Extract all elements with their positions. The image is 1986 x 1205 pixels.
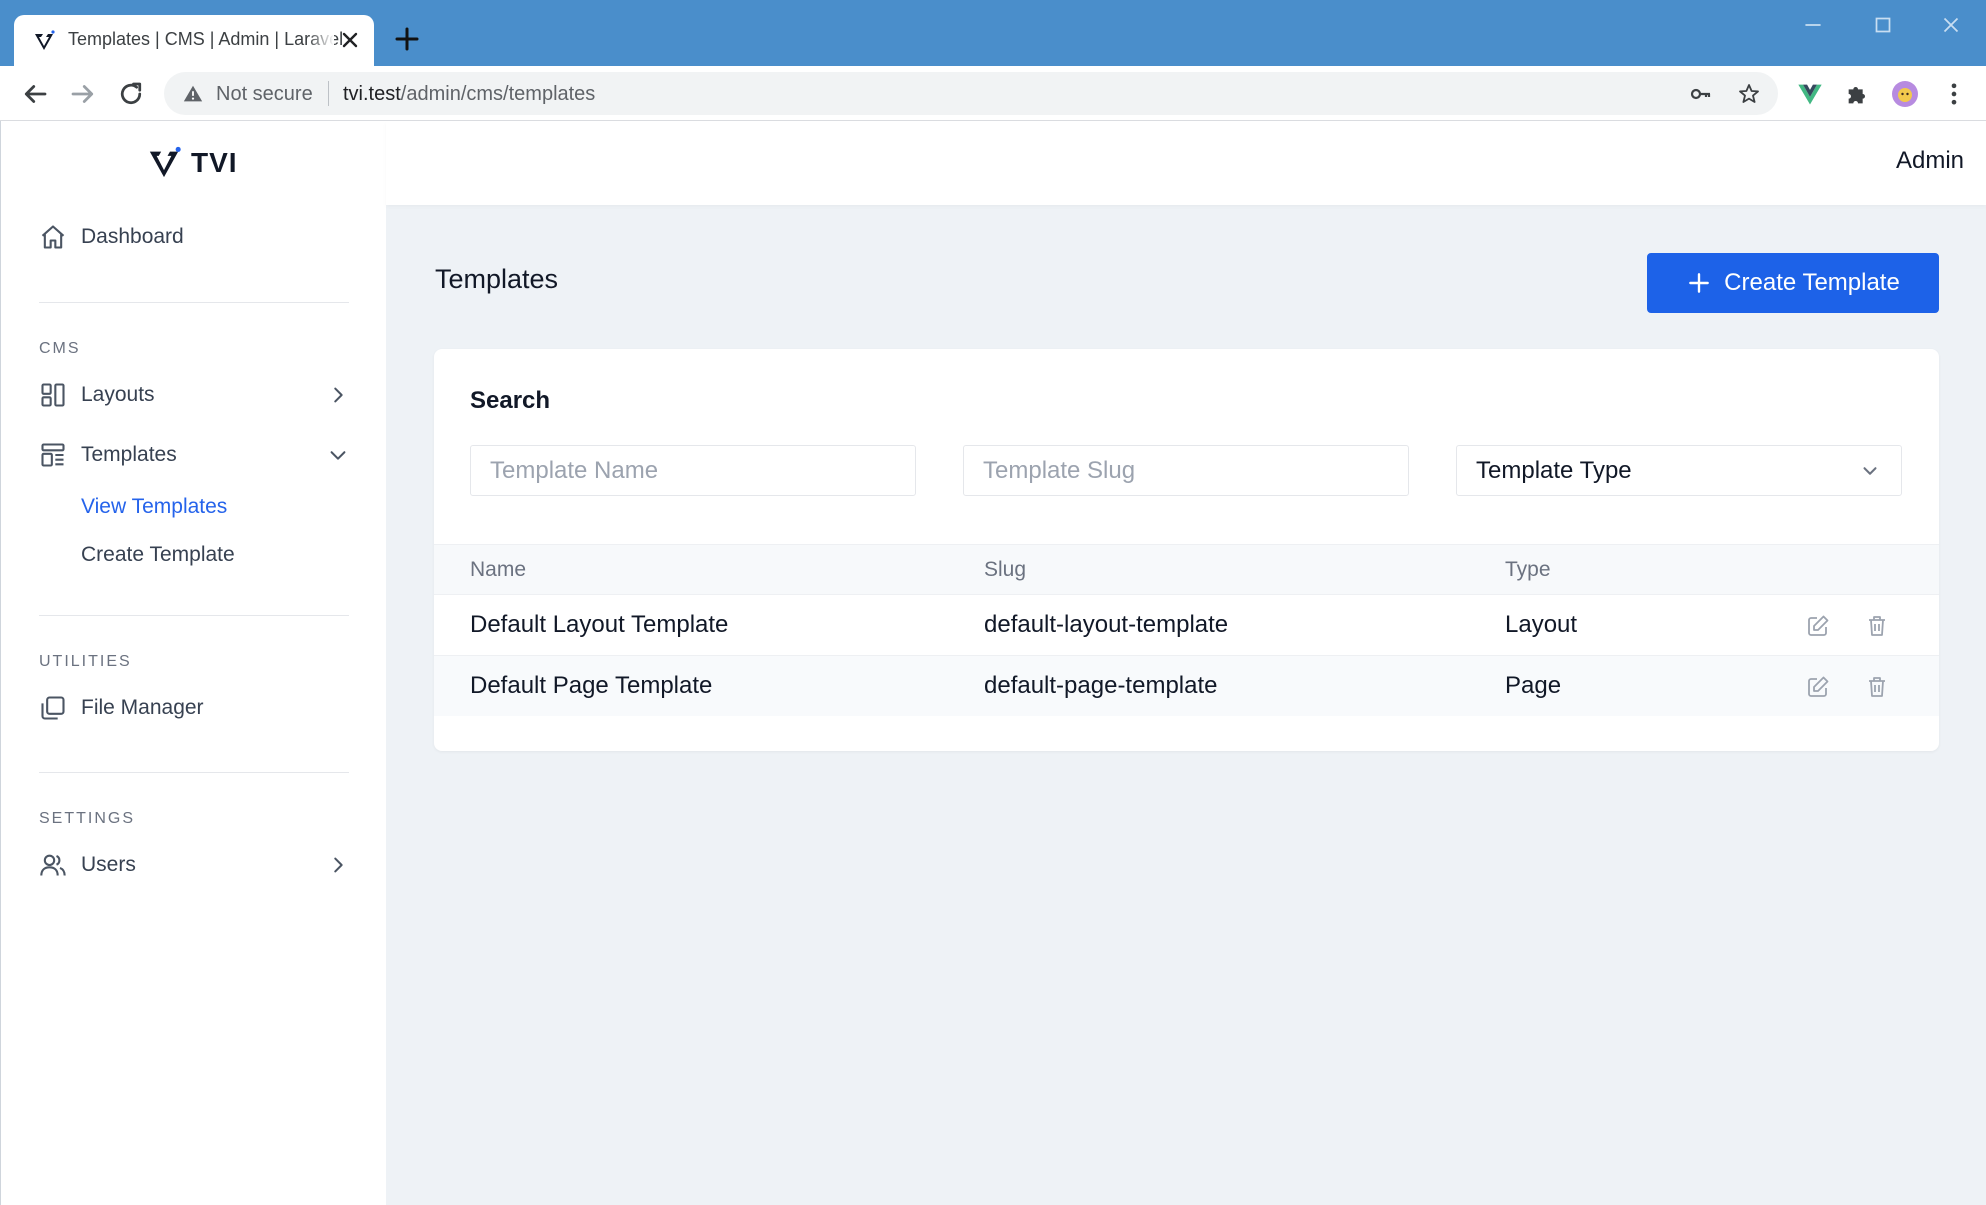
url-host: tvi.test (343, 83, 401, 105)
top-header: Admin (386, 121, 1986, 205)
cell-slug: default-page-template (984, 672, 1218, 699)
files-icon (41, 696, 65, 720)
search-title: Search (470, 387, 551, 414)
forward-icon[interactable] (68, 79, 98, 109)
menu-dots-icon[interactable] (1940, 80, 1968, 108)
sidebar-subitem-view-templates[interactable]: View Templates (81, 495, 227, 519)
column-header-slug[interactable]: Slug (984, 558, 1026, 582)
cell-slug: default-layout-template (984, 611, 1229, 638)
sidebar-item-dashboard[interactable]: Dashboard (39, 217, 349, 257)
sidebar-divider (39, 772, 349, 773)
sidebar-item-users[interactable]: Users (39, 845, 349, 885)
cell-name: Default Page Template (470, 672, 713, 699)
template-icon (41, 443, 65, 467)
plus-icon (1689, 273, 1710, 293)
browser-tabbar: Templates | CMS | Admin | Laravel (0, 0, 1986, 66)
template-slug-input[interactable] (963, 445, 1409, 496)
cell-name: Default Layout Template (470, 611, 729, 638)
template-type-select[interactable]: Template Type (1456, 445, 1902, 496)
cell-type: Page (1505, 672, 1562, 699)
minimize-icon[interactable] (1800, 12, 1826, 38)
create-template-button[interactable]: Create Template (1647, 253, 1939, 313)
trash-icon[interactable] (1865, 614, 1889, 638)
url-text[interactable]: tvi.test/admin/cms/templates (343, 83, 595, 106)
sidebar-item-label: Users (81, 853, 136, 876)
key-icon[interactable] (1689, 82, 1713, 106)
cell-type: Layout (1505, 611, 1578, 638)
sidebar-item-file-manager[interactable]: File Manager (39, 688, 349, 728)
warning-icon[interactable] (182, 83, 204, 105)
home-icon (41, 225, 65, 249)
close-window-icon[interactable] (1938, 12, 1964, 38)
sidebar-subitem-create-template[interactable]: Create Template (81, 543, 235, 567)
sidebar-divider (39, 302, 349, 303)
reload-icon[interactable] (116, 79, 146, 109)
edit-icon[interactable] (1806, 675, 1830, 699)
url-path: /admin/cms/templates (400, 83, 596, 105)
trash-icon[interactable] (1865, 675, 1889, 699)
star-icon[interactable] (1737, 82, 1761, 106)
table-header: Name Slug Type (434, 544, 1939, 594)
new-tab-icon[interactable] (392, 24, 422, 54)
chevron-right-icon (334, 857, 343, 873)
create-template-label: Create Template (1724, 269, 1900, 296)
users-icon (40, 854, 66, 876)
sidebar-item-label: Layouts (81, 383, 155, 406)
chevron-down-icon (330, 451, 346, 460)
layout-icon (41, 383, 65, 407)
section-label-utilities: UTILITIES (39, 653, 132, 670)
omnibox-separator (328, 81, 329, 106)
sidebar-item-label: Dashboard (81, 225, 184, 248)
address-bar[interactable]: Not secure tvi.test/admin/cms/templates (164, 72, 1778, 115)
maximize-icon[interactable] (1870, 12, 1896, 38)
tab-title: Templates | CMS | Admin | Laravel (68, 29, 344, 49)
sidebar-item-label: Templates (81, 443, 177, 466)
chevron-right-icon (334, 387, 343, 403)
user-menu[interactable]: Admin (1896, 147, 1964, 175)
template-name-input[interactable] (470, 445, 916, 496)
column-header-name[interactable]: Name (470, 558, 526, 582)
column-header-type[interactable]: Type (1505, 558, 1551, 582)
table-row[interactable]: Default Layout Template default-layout-t… (434, 594, 1939, 655)
brand[interactable]: TVI (147, 143, 238, 183)
page-title: Templates (435, 264, 559, 294)
close-tab-icon[interactable] (338, 28, 362, 52)
sidebar-divider (39, 615, 349, 616)
back-icon[interactable] (20, 79, 50, 109)
sidebar-item-templates[interactable]: Templates (39, 435, 349, 475)
templates-card: Search Template Type Name Slug Type Defa… (434, 349, 1939, 751)
tvi-logo-icon (35, 30, 55, 50)
browser-toolbar: Not secure tvi.test/admin/cms/templates (0, 66, 1986, 121)
profile-avatar-icon[interactable] (1891, 80, 1919, 108)
sidebar-item-label: File Manager (81, 696, 204, 719)
section-label-settings: SETTINGS (39, 810, 136, 827)
browser-tab[interactable]: Templates | CMS | Admin | Laravel (14, 15, 374, 66)
tab-title-fade (308, 25, 334, 55)
edit-icon[interactable] (1806, 614, 1830, 638)
chevron-down-icon (1863, 467, 1877, 475)
sidebar: TVI Dashboard CMS Layouts Templates View… (0, 121, 386, 1205)
tvi-logo-icon (149, 146, 181, 178)
table-row[interactable]: Default Page Template default-page-templ… (434, 655, 1939, 716)
section-label-cms: CMS (39, 340, 81, 357)
extensions-icon[interactable] (1844, 80, 1872, 108)
sidebar-item-layouts[interactable]: Layouts (39, 375, 349, 415)
vue-devtools-icon[interactable] (1796, 80, 1824, 108)
security-label[interactable]: Not secure (216, 83, 313, 106)
brand-name: TVI (191, 147, 238, 178)
template-type-value: Template Type (1476, 457, 1632, 484)
